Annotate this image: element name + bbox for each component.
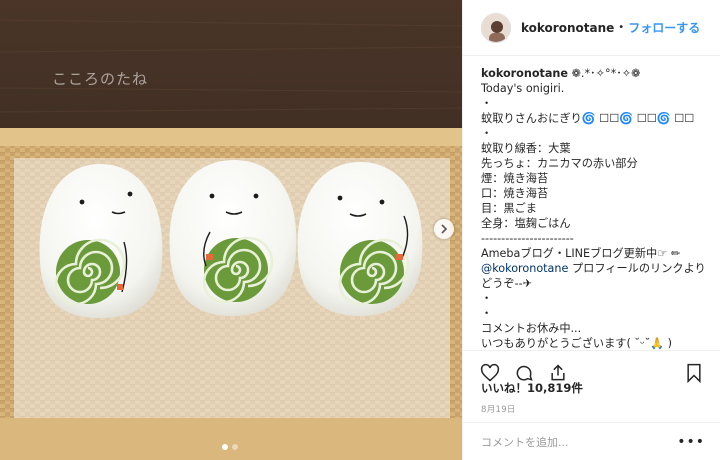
onigiri-center [169, 160, 297, 316]
caption-line: いつもありがとうございます( ˘ᵕ˘🙏 ) [481, 337, 673, 350]
carousel-dot [222, 444, 228, 450]
caption-line: ----------------------- [481, 232, 574, 245]
post-photo[interactable]: こころのたね [0, 0, 462, 460]
onigiri-left [39, 164, 163, 318]
caption-line: 目：黒ごま [481, 202, 537, 215]
caption-line: Amebaブログ・LINEブログ更新中☞ ✏ [481, 247, 681, 260]
post-date[interactable]: 8月19日 [481, 403, 516, 415]
chevron-right-icon [441, 224, 448, 234]
caption-line: ・ [481, 292, 493, 305]
comment-bar: コメントを追加... ••• [463, 422, 720, 460]
post-header: kokoronotane • フォローする [463, 0, 720, 56]
caption-line: コメントお休み中... [481, 322, 582, 335]
caption-line: 蚊取りさんおにぎり🌀 ☐☐🌀 ☐☐🌀 ☐☐ [481, 112, 695, 125]
avatar[interactable] [481, 12, 511, 43]
caption-line: 口：焼き海苔 [481, 187, 549, 200]
caption-line: 蚊取り線香：大葉 [481, 142, 571, 155]
follow-button[interactable]: フォローする [628, 19, 700, 36]
caption-line: ・ [481, 127, 493, 140]
carousel-indicator [222, 444, 238, 450]
comment-input[interactable]: コメントを追加... [481, 434, 677, 450]
caption-mention[interactable]: @kokoronotane [481, 262, 568, 275]
caption-line: 先っちょ：カニカマの赤い部分 [481, 157, 638, 170]
caption-username[interactable]: kokoronotane [481, 67, 568, 80]
caption-line: ・ [481, 97, 493, 110]
post-sidebar: kokoronotane • フォローする kokoronotane ❁.*･✧… [462, 0, 720, 460]
header-username[interactable]: kokoronotane [521, 21, 614, 35]
carousel-dot [232, 444, 238, 450]
onigiri-right [297, 162, 423, 316]
caption-line: Today's onigiri. [481, 82, 565, 95]
likes-count[interactable]: いいね！10,819件 [481, 380, 583, 396]
header-separator: • [618, 22, 625, 33]
caption-line: ・ [481, 307, 493, 320]
bookmark-icon [687, 363, 701, 383]
caption-header-suffix: ❁.*･✧°*･✧❁ [571, 67, 641, 80]
avatar-image [482, 13, 510, 42]
caption-line: 煙：焼き海苔 [481, 172, 549, 185]
next-photo-button[interactable] [434, 219, 454, 239]
photo-watermark: こころのたね [52, 70, 149, 88]
more-options-button[interactable]: ••• [677, 434, 705, 450]
post-caption: kokoronotane ❁.*･✧°*･✧❁ Today's onigiri.… [481, 66, 713, 350]
caption-line: 全身：塩麹ごはん [481, 217, 571, 230]
save-button[interactable] [683, 362, 705, 384]
